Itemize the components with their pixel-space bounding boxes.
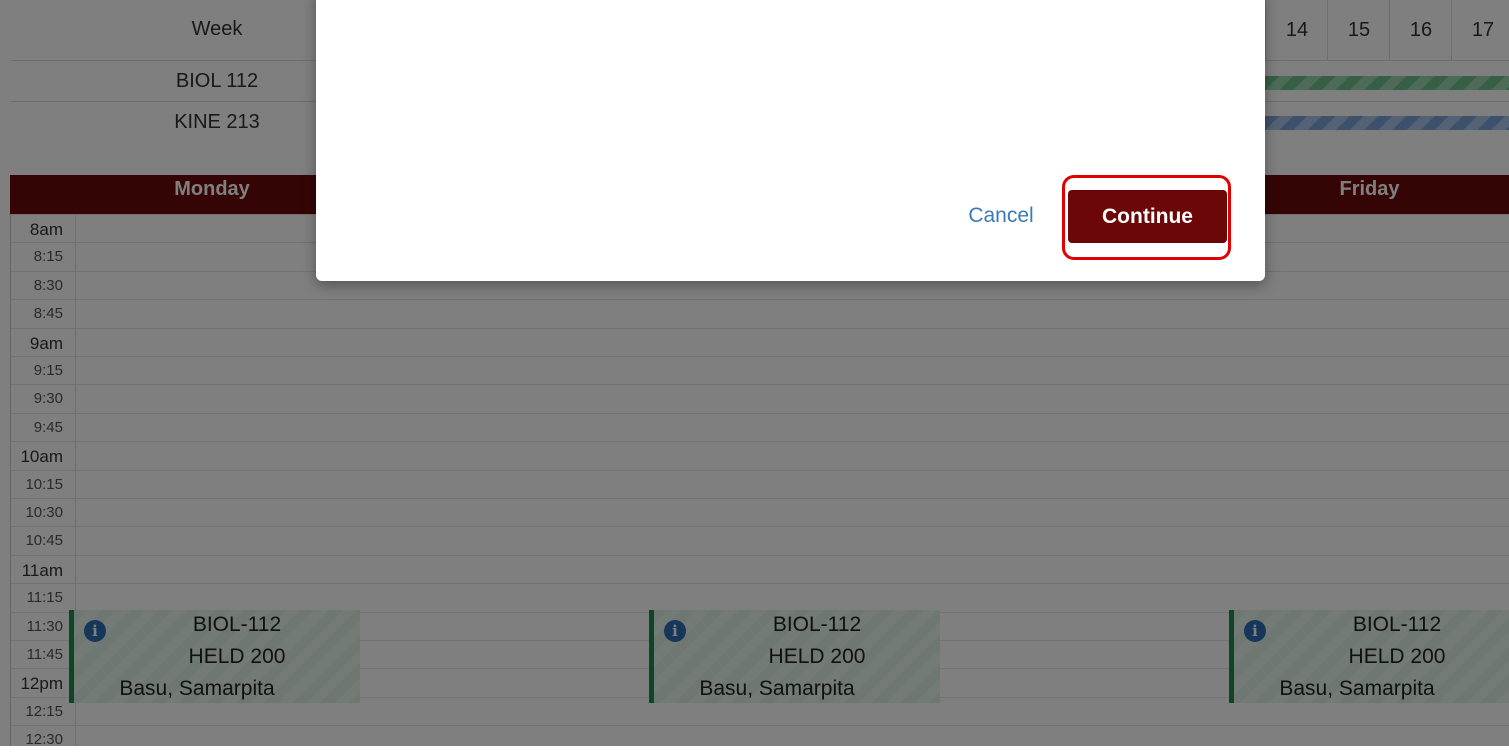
cancel-button[interactable]: Cancel: [956, 200, 1046, 232]
continue-button[interactable]: Continue: [1068, 190, 1227, 243]
confirmation-dialog: Cancel Continue: [316, 0, 1265, 281]
